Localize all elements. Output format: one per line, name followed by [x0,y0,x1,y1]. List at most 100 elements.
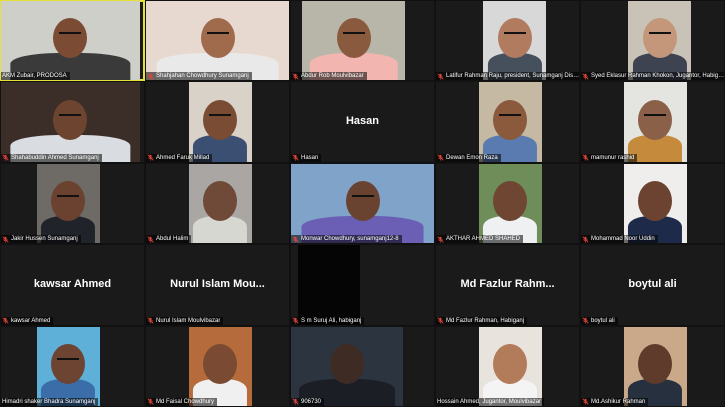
participant-video [36,163,100,244]
participant-name-label: Latifur Rahman Raju, president, Sunamgan… [436,72,579,81]
participant-tile[interactable]: AKM Zubair, PRODOSA [0,0,145,82]
participant-name-label: Jakir Hussen Sunamganj [1,235,81,244]
glasses-icon [209,113,232,119]
participant-tile[interactable]: Md Faisal Chowdhury [145,325,290,407]
participant-tile[interactable]: mamunur rashid [580,81,725,163]
participant-video [188,82,252,162]
participant-name: Abdur Rob Moulvibazar [301,73,364,80]
participant-name: Hasan [301,154,319,161]
muted-mic-icon [292,398,299,406]
participant-name: Jakir Hussen Sunamganj [11,236,78,243]
muted-mic-icon [582,236,589,243]
participant-tile[interactable]: Nurul Islam Mou... Nurul Islam Moulvibaza… [145,244,290,326]
participant-tile[interactable]: Himadri shaker Bhadra Sunamganj [0,325,145,407]
participant-display-name: kawsar Ahmed [33,277,112,290]
participant-display-name: boytul ali [628,277,677,290]
participant-tile[interactable]: Latifur Rahman Raju, president, Sunamgan… [435,0,580,82]
glasses-icon [644,113,667,119]
person-face [642,18,677,59]
participant-grid: AKM Zubair, PRODOSA Shahjahan Chowdhury S… [0,0,725,407]
participant-tile[interactable]: kawsar Ahmed kawsar Ahmed [0,244,145,326]
participant-tile[interactable]: Md.Ashikur Rahman [580,325,725,407]
muted-mic-icon [292,154,299,161]
participant-tile[interactable]: Ahmed Faruk Millad [145,81,290,163]
participant-name-label: kawsar Ahmed [1,316,54,325]
participant-name: S m Suruj Ali, habiganj [301,317,362,324]
participant-name: Abdul Halim [156,236,189,243]
participant-video [478,163,542,244]
muted-mic-icon [147,317,154,324]
person-face [203,181,238,222]
muted-mic-icon [292,236,299,243]
muted-mic-icon [437,236,444,243]
participant-tile[interactable]: Shahjahan Chowdhury Sunamganj [145,0,290,82]
person-face [638,344,673,385]
person-face [493,181,528,222]
muted-mic-icon [437,317,444,324]
participant-name: Hossain Ahmed, Jugantor, Moulvibazar [437,398,542,405]
participant-name-label: Md.Ashikur Rahman [581,397,649,406]
participant-name: mamunur rashid [591,154,635,161]
participant-tile[interactable]: Mohammad Noor Uddin [580,162,725,245]
participant-video [1,82,140,162]
muted-mic-icon [582,154,589,161]
person-face [336,18,371,59]
participant-tile[interactable]: boytul ali boytul ali [580,244,725,326]
participant-video [188,326,252,406]
participant-name-label: 906730 [291,397,325,406]
participant-name: Himadri shaker Bhadra Sunamganj [2,398,96,405]
muted-mic-icon [2,154,9,161]
participant-tile[interactable]: S m Suruj Ali, habiganj [290,244,435,326]
glasses-icon [59,113,82,119]
participant-name-label: Abdur Rob Moulvibazar [291,72,367,81]
glasses-icon [499,113,522,119]
muted-mic-icon [437,73,444,80]
participant-tile[interactable]: Monwar Chowdhury, sunamganj12-8 [290,162,435,245]
participant-name-label: Abdul Halim [146,235,192,244]
person-face [638,99,673,140]
participant-video [291,163,434,244]
participant-tile[interactable]: Syed Eklasur Rahman Khokon, Jugantor, Ha… [580,0,725,82]
participant-video [302,1,406,81]
person-face [51,344,86,385]
participant-name: Shahabuddin Ahmed Sunamganj [11,154,99,161]
participant-tile[interactable]: Hossain Ahmed, Jugantor, Moulvibazar [435,325,580,407]
participant-video [36,326,100,406]
muted-mic-icon [437,154,444,161]
participant-name-label: Hasan [291,153,322,162]
person-face [329,344,364,385]
participant-name: Dewan Emon Raza [446,154,498,161]
person-face [493,344,528,385]
participant-name-label: mamunur rashid [581,153,638,162]
participant-display-name: Hasan [345,114,380,127]
participant-tile[interactable]: Hasan Hasan [290,81,435,163]
participant-video [146,1,289,81]
muted-mic-icon [582,73,589,80]
participant-tile[interactable]: Dewan Emon Raza [435,81,580,163]
participant-tile[interactable]: Md Fazlur Rahm... Md Fazlur Rahman, Habig… [435,244,580,326]
participant-video [1,1,140,81]
muted-mic-icon [147,154,154,161]
glasses-icon [648,32,671,37]
muted-mic-icon [292,317,299,324]
participant-name-label: Dewan Emon Raza [436,153,501,162]
participant-name: Nurul Islam Moulvibazar [156,317,221,324]
participant-name-label: Nurul Islam Moulvibazar [146,316,224,325]
muted-mic-icon [582,398,589,406]
person-face [493,99,528,140]
person-face [53,99,88,140]
participant-tile[interactable]: 906730 [290,325,435,407]
glasses-icon [59,32,82,37]
participant-video [623,82,687,162]
participant-name-label: Syed Eklasur Rahman Khokon, Jugantor, Ha… [581,72,724,81]
participant-name-label: boytul ali [581,316,618,325]
participant-name-label: Monwar Chowdhury, sunamganj12-8 [291,235,402,244]
participant-name: Md Faisal Chowdhury [156,398,215,405]
participant-tile[interactable]: Shahabuddin Ahmed Sunamganj [0,81,145,163]
participant-tile[interactable]: Jakir Hussen Sunamganj [0,162,145,245]
participant-tile[interactable]: Abdur Rob Moulvibazar [290,0,435,82]
participant-tile[interactable]: AKTHAR AHMED SHAHED [435,162,580,245]
glasses-icon [206,32,229,37]
participant-video [623,326,687,406]
participant-tile[interactable]: Abdul Halim [145,162,290,245]
